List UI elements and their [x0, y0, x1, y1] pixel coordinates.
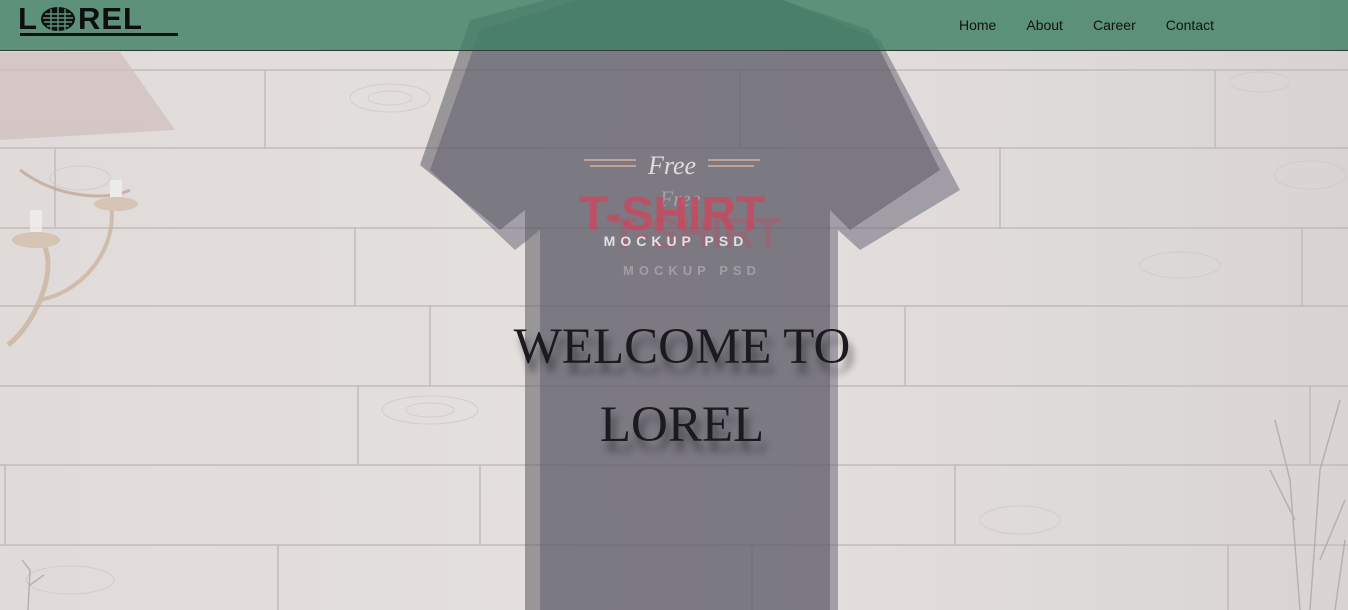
nav-link-home[interactable]: Home [959, 17, 996, 33]
globe-mark-icon [40, 7, 75, 31]
hero-headline-line2: LOREL [599, 397, 765, 453]
logo-underline [20, 33, 178, 36]
logo-text-prefix: L [18, 1, 38, 36]
logo-text-suffix: REL [77, 1, 143, 36]
brand-logo[interactable]: L REL [18, 1, 143, 37]
nav-links: Home About Career Contact [959, 17, 1214, 33]
navbar: L REL Home About Career Contact [0, 0, 1348, 51]
nav-link-about[interactable]: About [1026, 17, 1063, 33]
hero-headline-line1: WELCOME TO [513, 319, 851, 375]
hero-headline: WELCOME TO LOREL [384, 308, 980, 464]
nav-link-contact[interactable]: Contact [1166, 17, 1214, 33]
wood-wall-illustration: Free Free T-SHIRT T-SHIRT MOCKUP PSD MOC… [0, 0, 1348, 610]
nav-link-career[interactable]: Career [1093, 17, 1136, 33]
hero-background: Free Free T-SHIRT T-SHIRT MOCKUP PSD MOC… [0, 0, 1348, 610]
